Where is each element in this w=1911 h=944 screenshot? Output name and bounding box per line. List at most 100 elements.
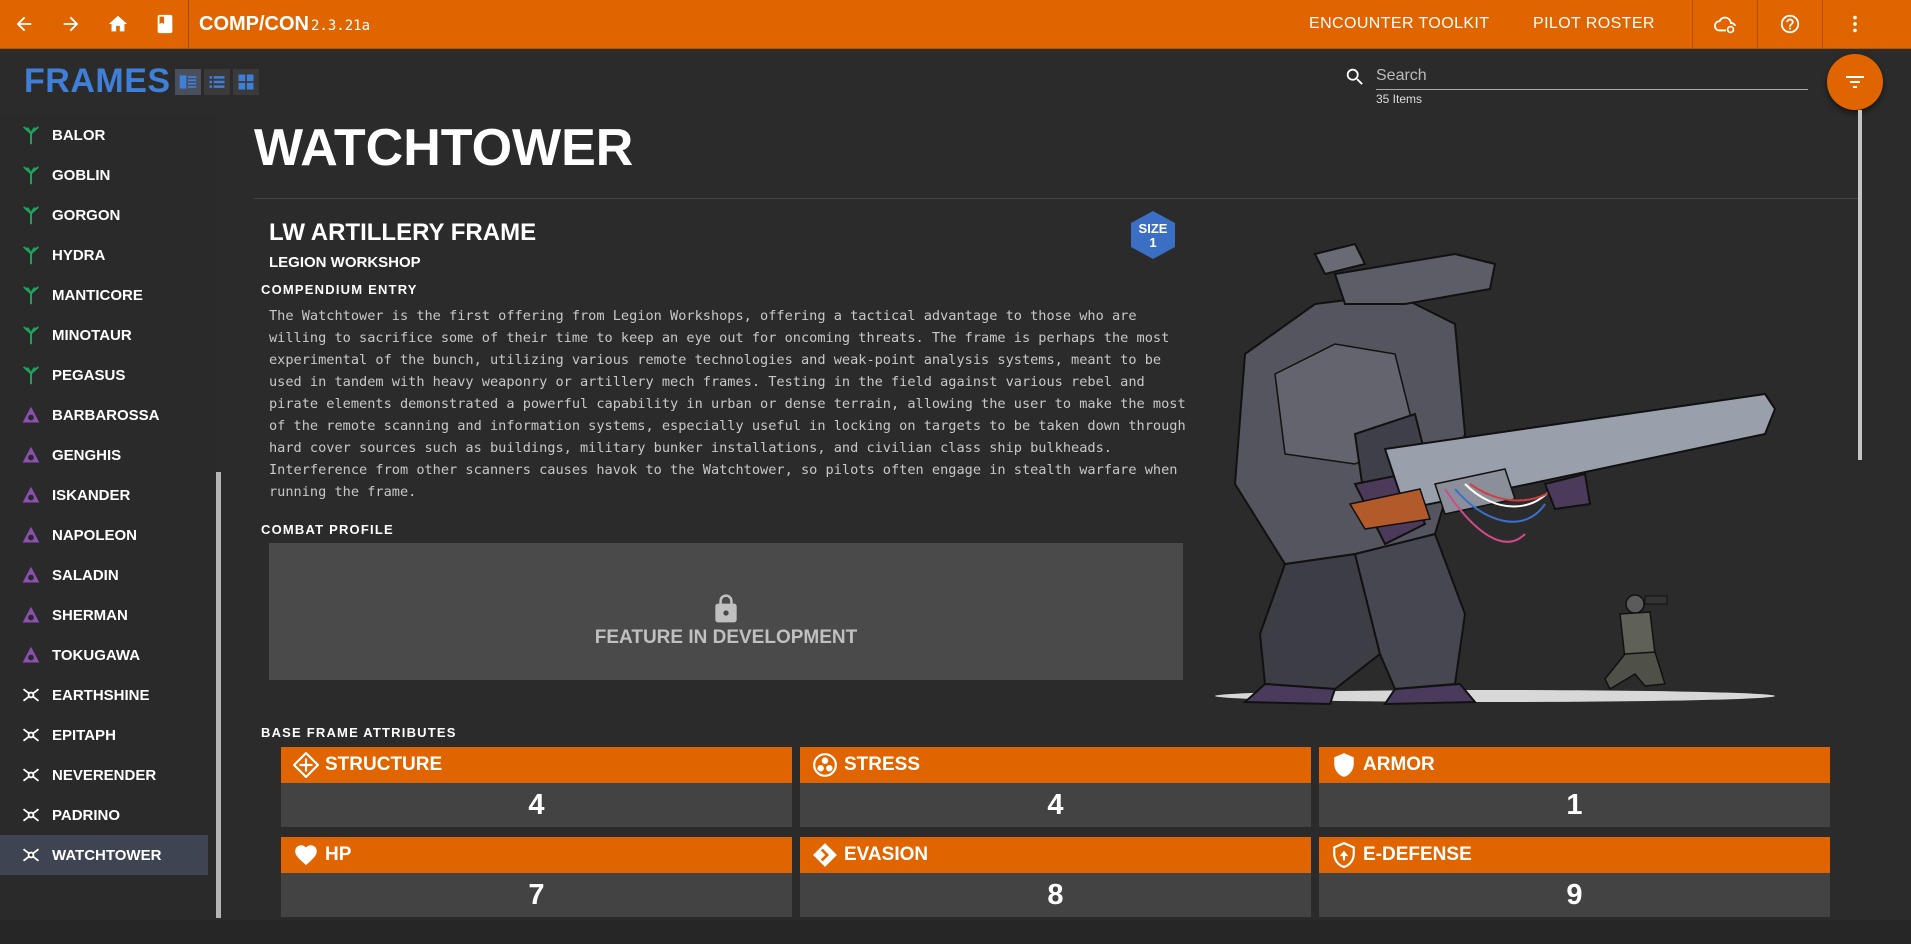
horus-manufacturer-icon [20,164,42,186]
sidebar-item-earthshine[interactable]: EARTHSHINE [0,675,208,715]
sidebar-item-napoleon[interactable]: NAPOLEON [0,515,208,555]
legion-manufacturer-icon [20,684,42,706]
sidebar-item-label: WATCHTOWER [52,846,162,864]
harrison-manufacturer-icon [20,484,42,506]
main-scrollbar[interactable] [1858,110,1862,460]
sidebar-item-manticore[interactable]: MANTICORE [0,275,208,315]
grid-view-button[interactable] [233,69,259,95]
sidebar-item-sherman[interactable]: SHERMAN [0,595,208,635]
manufacturer-name: LEGION WORKSHOP [269,254,421,271]
sidebar-item-label: HYDRA [52,246,106,264]
sidebar-item-label: GENGHIS [52,446,122,464]
sidebar-item-goblin[interactable]: GOBLIN [0,155,208,195]
frame-description: The Watchtower is the first offering fro… [269,308,1186,500]
attribute-name: HP [325,844,352,865]
attribute-name: STRESS [844,754,921,775]
stress-icon [813,753,837,777]
horus-manufacturer-icon [20,364,42,386]
attribute-structure: STRUCTURE 4 [281,747,792,827]
attribute-value: 4 [800,783,1311,827]
attribute-name: ARMOR [1363,754,1435,775]
sidebar-item-minotaur[interactable]: MINOTAUR [0,315,208,355]
home-button[interactable] [94,0,141,48]
frame-title: WATCHTOWER [254,119,634,177]
page-title: FRAMES [24,62,171,100]
sidebar-item-label: BALOR [52,126,106,144]
sidebar-item-epitaph[interactable]: EPITAPH [0,715,208,755]
attribute-name: STRUCTURE [325,754,443,775]
sidebar-item-neverender[interactable]: NEVERENDER [0,755,208,795]
structure-icon [293,752,319,778]
toolbar-divider [188,0,189,48]
filter-button[interactable] [1827,54,1883,110]
forward-button[interactable] [47,0,94,48]
legion-manufacturer-icon [20,764,42,786]
help-button[interactable] [1757,0,1821,48]
split-view-button[interactable] [175,69,201,95]
sidebar-item-label: MANTICORE [52,286,143,304]
sidebar-item-balor[interactable]: BALOR [0,115,208,155]
attribute-edefense: E-DEFENSE 9 [1319,837,1830,917]
app-name: COMP/CON [199,12,309,35]
sidebar-item-genghis[interactable]: GENGHIS [0,435,208,475]
frame-list-sidebar: BALOR GOBLIN GORGON HYDRA MANTICORE MINOTAUR P… [0,115,218,920]
frame-illustration [1215,242,1777,706]
compendium-button[interactable] [141,0,188,48]
filter-icon [1846,76,1864,88]
legion-manufacturer-icon [20,804,42,826]
attribute-value: 4 [281,783,792,827]
sidebar-item-iskander[interactable]: ISKANDER [0,475,208,515]
size-label: SIZE [1138,221,1168,236]
list-view-button[interactable] [204,69,230,95]
sidebar-item-saladin[interactable]: SALADIN [0,555,208,595]
combat-profile-placeholder: FEATURE IN DEVELOPMENT [269,543,1183,680]
back-button[interactable] [0,0,47,48]
legion-manufacturer-icon [20,724,42,746]
sidebar-item-label: ISKANDER [52,486,131,504]
arrow-right-icon [63,16,78,32]
attribute-edefense-header: E-DEFENSE [1319,837,1830,873]
attribute-stress-header: STRESS [800,747,1311,783]
sidebar-item-label: PEGASUS [52,366,126,384]
attribute-name: E-DEFENSE [1363,844,1472,865]
attribute-armor: ARMOR 1 [1319,747,1830,827]
pilot-roster-link[interactable]: PILOT ROSTER [1533,0,1655,48]
more-options-button[interactable] [1822,0,1886,48]
lock-icon [715,593,737,622]
sidebar-item-label: NAPOLEON [52,526,138,544]
sidebar-item-watchtower[interactable]: WATCHTOWER [0,835,208,875]
sidebar-item-hydra[interactable]: HYDRA [0,235,208,275]
list-view-icon [209,76,225,88]
frame-type: LW ARTILLERY FRAME [269,219,537,246]
sidebar-item-barbarossa[interactable]: BARBAROSSA [0,395,208,435]
sidebar-item-padrino[interactable]: PADRINO [0,795,208,835]
sidebar-item-label: NEVERENDER [52,766,157,784]
search-input[interactable] [1376,62,1808,90]
attribute-value: 1 [1319,783,1830,827]
sidebar-scrollbar[interactable] [216,472,221,918]
sidebar-item-pegasus[interactable]: PEGASUS [0,355,208,395]
size-value: 1 [1149,235,1157,250]
attribute-stress: STRESS 4 [800,747,1311,827]
edefense-icon [1333,842,1355,868]
sidebar-item-label: PADRINO [52,806,121,824]
app-brand: COMP/CON 2.3.21a [199,13,370,36]
compendium-entry-label: COMPENDIUM ENTRY [261,282,418,297]
horus-manufacturer-icon [20,284,42,306]
attribute-name: EVASION [844,844,929,865]
attribute-hp-header: HP [281,837,792,873]
sidebar-item-label: SHERMAN [52,606,128,624]
bottom-strip [0,920,1911,944]
attribute-evasion-header: EVASION [800,837,1311,873]
encounter-toolkit-link[interactable]: ENCOUNTER TOOLKIT [1309,0,1489,48]
sidebar-item-tokugawa[interactable]: TOKUGAWA [0,635,208,675]
sidebar-item-label: EARTHSHINE [52,686,150,704]
legion-manufacturer-icon [20,844,42,866]
cloud-gear-icon [1713,16,1736,34]
sidebar-item-label: GORGON [52,206,121,224]
sidebar-item-gorgon[interactable]: GORGON [0,195,208,235]
attribute-evasion: EVASION 8 [800,837,1311,917]
cloud-sync-button[interactable] [1692,0,1756,48]
sidebar-item-label: SALADIN [52,566,119,584]
evasion-icon [813,843,837,867]
